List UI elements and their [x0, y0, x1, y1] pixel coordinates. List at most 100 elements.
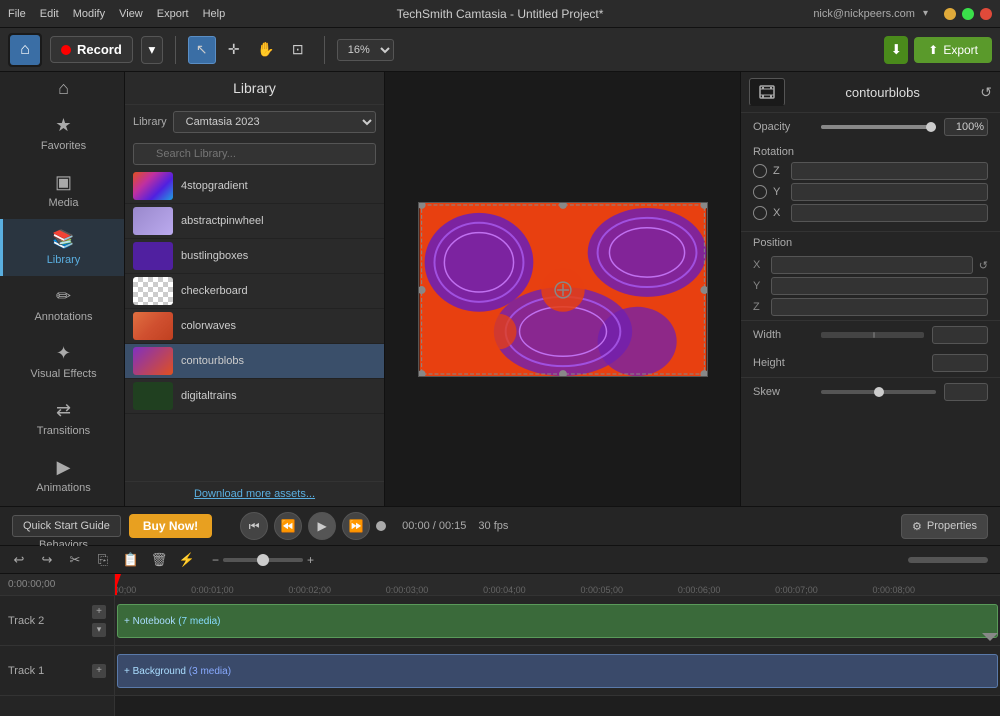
lib-thumb	[133, 207, 173, 235]
pos-z-input[interactable]: 0.0	[771, 298, 988, 316]
sidebar-item-home[interactable]: ⌂	[0, 72, 124, 105]
rotation-y-row: Y 0.0°	[753, 183, 988, 201]
zoom-select[interactable]: 16%	[337, 39, 394, 61]
timeline-zoom-slider[interactable]	[223, 558, 303, 562]
crop-tool-button[interactable]: ⊡	[284, 36, 312, 64]
pos-y-label: Y	[753, 280, 765, 292]
toolbar-separator-1	[175, 36, 176, 64]
hand-tool-button[interactable]: ✋	[252, 36, 280, 64]
pos-x-reset-button[interactable]: ↺	[979, 259, 988, 272]
sidebar-item-annotations[interactable]: ✏ Annotations	[0, 276, 124, 333]
library-item[interactable]: digitaltrains	[125, 379, 384, 414]
animations-label: Animations	[36, 482, 90, 494]
track-1-clip[interactable]: + Background (3 media)	[117, 654, 998, 688]
library-item[interactable]: checkerboard	[125, 274, 384, 309]
menu-edit[interactable]: Edit	[40, 8, 59, 20]
playhead	[115, 574, 117, 595]
opacity-row: Opacity	[741, 113, 1000, 141]
track-2-add-button[interactable]: +	[92, 605, 106, 619]
library-item[interactable]: abstractpinwheel	[125, 204, 384, 239]
skew-input[interactable]: 0	[944, 383, 988, 401]
download-arrow-button[interactable]: ⬇	[884, 36, 908, 64]
rotation-x-input[interactable]: 0.0°	[791, 204, 988, 222]
track-2-clip[interactable]: + Notebook (7 media)	[117, 604, 998, 638]
opacity-slider[interactable]	[821, 125, 936, 129]
search-input[interactable]	[133, 143, 376, 165]
track-2-content[interactable]: + Notebook (7 media)	[115, 596, 1000, 646]
menu-view[interactable]: View	[119, 8, 143, 20]
pos-y-input[interactable]: -6.3	[771, 277, 988, 295]
menu-help[interactable]: Help	[203, 8, 226, 20]
rotation-y-input[interactable]: 0.0°	[791, 183, 988, 201]
copy-button[interactable]: ⎘	[92, 549, 114, 571]
track-1-name: Track 1	[8, 665, 44, 677]
maximize-button[interactable]	[962, 8, 974, 20]
skew-slider[interactable]	[821, 390, 936, 394]
zoom-out-button[interactable]: −	[212, 553, 219, 567]
paste-button[interactable]: 📋	[120, 549, 142, 571]
properties-button[interactable]: ⚙ Properties	[901, 514, 988, 539]
cut-button[interactable]: ✂	[64, 549, 86, 571]
move-tool-button[interactable]: ✛	[220, 36, 248, 64]
step-forward-button[interactable]: ⏩	[342, 512, 370, 540]
menu-export[interactable]: Export	[157, 8, 189, 20]
visual-effects-label: Visual Effects	[30, 368, 96, 380]
dropdown-icon[interactable]: ▾	[923, 8, 928, 19]
rotation-label: Rotation	[753, 146, 813, 158]
redo-button[interactable]: ↪	[36, 549, 58, 571]
library-item-selected[interactable]: contourblobs	[125, 344, 384, 379]
track-1-add-button[interactable]: +	[92, 664, 106, 678]
buy-now-button[interactable]: Buy Now!	[129, 514, 212, 538]
library-item[interactable]: colorwaves	[125, 309, 384, 344]
export-button[interactable]: ⬆ Export	[914, 37, 992, 63]
timeline-dot[interactable]	[376, 521, 386, 531]
opacity-value[interactable]	[944, 118, 988, 136]
rotation-z-row: Z 0.0°	[753, 162, 988, 180]
lib-item-name: contourblobs	[181, 355, 244, 367]
home-button[interactable]: ⌂	[10, 35, 40, 65]
film-icon	[758, 83, 776, 101]
record-button[interactable]: Record	[50, 36, 133, 63]
bottom-controls: Quick Start Guide Buy Now! ⏮ ⏪ ▶ ⏩ 00:00…	[0, 506, 1000, 546]
zoom-in-button[interactable]: +	[307, 553, 314, 567]
track-1-content[interactable]: + Background (3 media)	[115, 646, 1000, 696]
toolbar: ⌂ Record ▾ ↖ ✛ ✋ ⊡ 16% ⬇ ⬆ Export	[0, 28, 1000, 72]
step-back-button[interactable]: ⏪	[274, 512, 302, 540]
track-2-name: Track 2	[8, 615, 44, 627]
lib-item-name: bustlingboxes	[181, 250, 248, 262]
split-button[interactable]: ⚡	[176, 549, 198, 571]
minimize-button[interactable]	[944, 8, 956, 20]
library-select[interactable]: Camtasia 2023	[173, 111, 376, 133]
play-pause-button[interactable]: ▶	[308, 512, 336, 540]
sidebar-item-favorites[interactable]: ★ Favorites	[0, 105, 124, 162]
menu-file[interactable]: File	[8, 8, 26, 20]
delete-button[interactable]: 🗑	[148, 549, 170, 571]
download-more-label[interactable]: Download more assets...	[133, 488, 376, 500]
sidebar-item-visual-effects[interactable]: ✦ Visual Effects	[0, 333, 124, 390]
sidebar-item-library[interactable]: 📚 Library	[0, 219, 124, 276]
quick-start-guide-button[interactable]: Quick Start Guide	[12, 515, 121, 537]
library-item[interactable]: 4stopgradient	[125, 169, 384, 204]
close-button[interactable]	[980, 8, 992, 20]
sidebar-item-animations[interactable]: ▶ Animations	[0, 447, 124, 504]
select-tool-button[interactable]: ↖	[188, 36, 216, 64]
height-input[interactable]: 1,080.0	[932, 354, 988, 372]
properties-reset-button[interactable]: ↺	[980, 84, 992, 101]
library-item[interactable]: bustlingboxes	[125, 239, 384, 274]
width-input[interactable]: 1,920.0	[932, 326, 988, 344]
properties-tab[interactable]	[749, 78, 785, 106]
sidebar-item-media[interactable]: ▣ Media	[0, 162, 124, 219]
ruler-mark-7: 0:00:07;00	[775, 585, 818, 595]
favorites-label: Favorites	[41, 140, 86, 152]
go-to-start-button[interactable]: ⏮	[240, 512, 268, 540]
record-dropdown-button[interactable]: ▾	[141, 36, 163, 64]
rotation-z-input[interactable]: 0.0°	[791, 162, 988, 180]
undo-button[interactable]: ↩	[8, 549, 30, 571]
timeline-scrollbar[interactable]	[908, 557, 988, 563]
track-expand-indicator	[982, 633, 998, 641]
menu-modify[interactable]: Modify	[73, 8, 105, 20]
track-2-collapse-button[interactable]: ▾	[92, 623, 106, 637]
sidebar-item-transitions[interactable]: ⇄ Transitions	[0, 390, 124, 447]
pos-x-input[interactable]: -4.4	[771, 256, 973, 274]
sidebar: ⌂ ★ Favorites ▣ Media 📚 Library ✏ Annota…	[0, 72, 125, 506]
